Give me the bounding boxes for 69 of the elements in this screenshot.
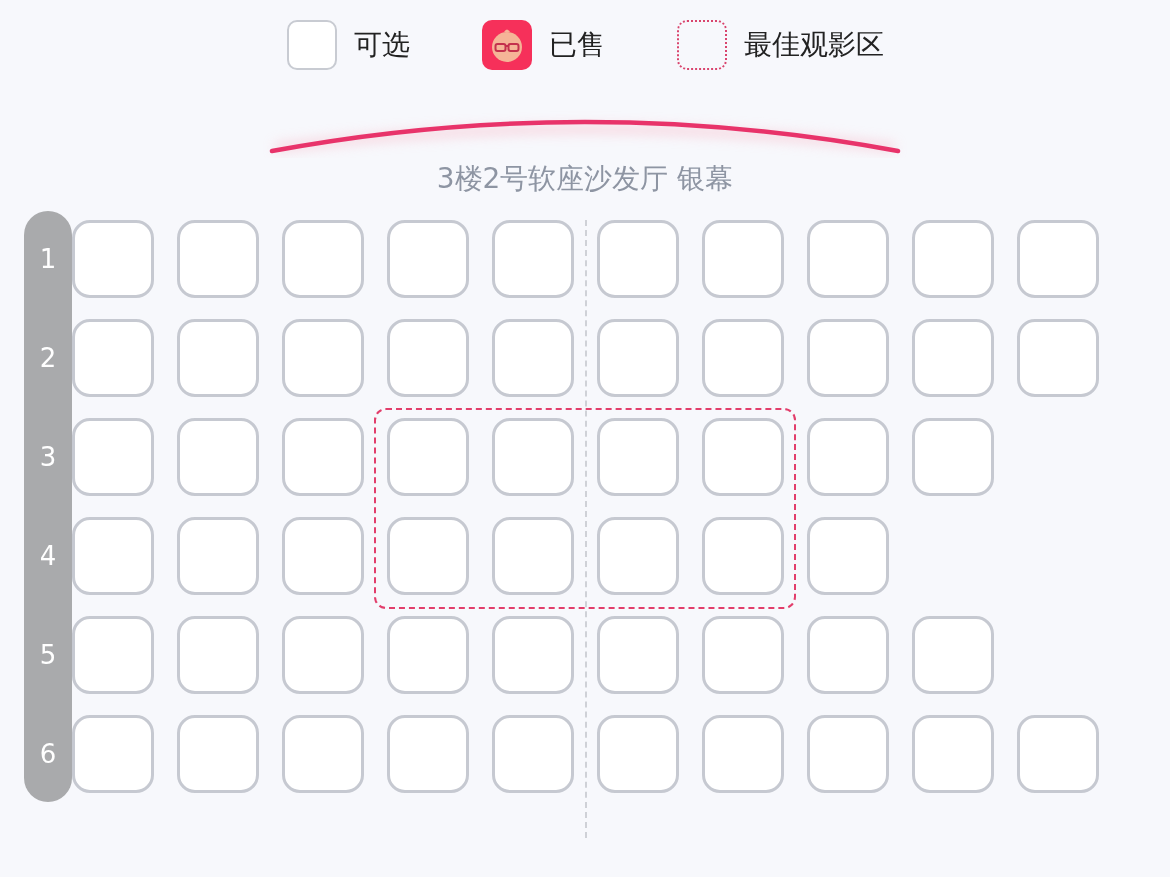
- seat[interactable]: [807, 319, 889, 397]
- seat[interactable]: [912, 319, 994, 397]
- seat[interactable]: [72, 319, 154, 397]
- seat[interactable]: [597, 715, 679, 793]
- row-number: 4: [39, 541, 57, 571]
- seat[interactable]: [72, 715, 154, 793]
- seat[interactable]: [492, 517, 574, 595]
- seat[interactable]: [597, 220, 679, 298]
- seat[interactable]: [387, 418, 469, 496]
- seat[interactable]: [282, 418, 364, 496]
- seat[interactable]: [177, 418, 259, 496]
- seat[interactable]: [177, 319, 259, 397]
- row-number: 6: [39, 739, 57, 769]
- seat[interactable]: [1017, 715, 1099, 793]
- seat[interactable]: [282, 319, 364, 397]
- seat[interactable]: [807, 517, 889, 595]
- seat[interactable]: [387, 220, 469, 298]
- screen-label: 3楼2号软座沙发厅 银幕: [436, 161, 734, 197]
- seat[interactable]: [282, 220, 364, 298]
- seat[interactable]: [1017, 319, 1099, 397]
- seat[interactable]: [597, 319, 679, 397]
- row-number: 3: [39, 442, 57, 472]
- seat[interactable]: [1017, 220, 1099, 298]
- seat[interactable]: [807, 715, 889, 793]
- seat[interactable]: [597, 616, 679, 694]
- seat[interactable]: [72, 616, 154, 694]
- legend-label: 可选: [353, 27, 410, 63]
- seat[interactable]: [177, 220, 259, 298]
- seat[interactable]: [702, 616, 784, 694]
- seat[interactable]: [282, 517, 364, 595]
- seat[interactable]: [72, 418, 154, 496]
- seat[interactable]: [912, 220, 994, 298]
- row-number: 5: [39, 640, 57, 670]
- seat[interactable]: [702, 715, 784, 793]
- seat[interactable]: [282, 715, 364, 793]
- seat[interactable]: [807, 418, 889, 496]
- seat[interactable]: [597, 418, 679, 496]
- row-number: 1: [39, 244, 57, 274]
- seat[interactable]: [72, 517, 154, 595]
- seat[interactable]: [912, 616, 994, 694]
- seat[interactable]: [492, 616, 574, 694]
- seat[interactable]: [807, 616, 889, 694]
- seat[interactable]: [807, 220, 889, 298]
- seat[interactable]: [387, 715, 469, 793]
- seat[interactable]: [492, 715, 574, 793]
- seat[interactable]: [912, 715, 994, 793]
- seat[interactable]: [177, 616, 259, 694]
- seat[interactable]: [177, 715, 259, 793]
- seat[interactable]: [702, 517, 784, 595]
- seat[interactable]: [912, 418, 994, 496]
- seat[interactable]: [702, 418, 784, 496]
- seat[interactable]: [492, 418, 574, 496]
- seat[interactable]: [282, 616, 364, 694]
- empty-seat-icon: [286, 20, 337, 70]
- legend-label: 最佳观影区: [743, 27, 884, 63]
- seat[interactable]: [387, 319, 469, 397]
- seat[interactable]: [387, 616, 469, 694]
- seat[interactable]: [177, 517, 259, 595]
- legend-label: 已售: [548, 27, 605, 63]
- dotted-square-icon: [676, 20, 727, 70]
- seat[interactable]: [597, 517, 679, 595]
- seat[interactable]: [492, 220, 574, 298]
- seat[interactable]: [72, 220, 154, 298]
- row-number: 2: [39, 343, 57, 373]
- seat[interactable]: [387, 517, 469, 595]
- seat[interactable]: [702, 319, 784, 397]
- seat[interactable]: [492, 319, 574, 397]
- glasses-face-icon: [481, 20, 532, 70]
- seat[interactable]: [702, 220, 784, 298]
